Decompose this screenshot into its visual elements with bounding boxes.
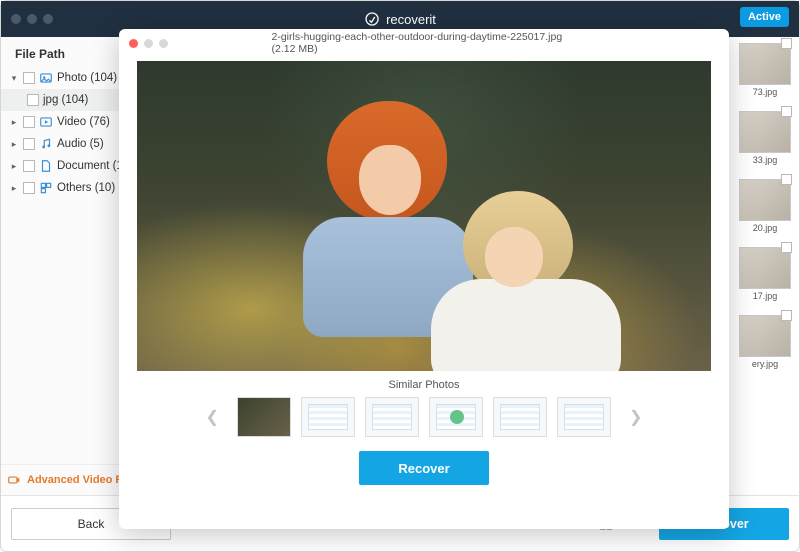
thumbnail-item[interactable]: 20.jpg — [739, 179, 791, 233]
preview-filename: 2-girls-hugging-each-other-outdoor-durin… — [272, 31, 577, 55]
checkbox[interactable] — [23, 160, 35, 172]
tree-label: Audio (5) — [57, 138, 104, 150]
tree-label: Others (10) — [57, 182, 115, 194]
audio-icon — [39, 137, 53, 151]
thumbnail-column: 73.jpg 33.jpg 20.jpg 17.jpg ery.jpg — [739, 43, 791, 369]
checkbox[interactable] — [27, 94, 39, 106]
close-window-icon[interactable] — [11, 14, 21, 24]
caret-down-icon[interactable]: ▾ — [9, 73, 19, 84]
zoom-window-icon[interactable] — [43, 14, 53, 24]
similar-thumb[interactable] — [557, 397, 611, 437]
camera-icon — [7, 473, 21, 487]
thumbnail-label: ery.jpg — [739, 359, 791, 369]
checkbox[interactable] — [781, 174, 792, 185]
similar-thumb[interactable] — [301, 397, 355, 437]
active-badge[interactable]: Active — [740, 7, 789, 27]
close-icon[interactable] — [129, 39, 138, 48]
thumbnail-item[interactable]: 33.jpg — [739, 111, 791, 165]
thumbnail-item[interactable]: ery.jpg — [739, 315, 791, 369]
checkbox[interactable] — [23, 138, 35, 150]
thumbnail-label: 20.jpg — [739, 223, 791, 233]
app-title: recoverit — [386, 12, 436, 27]
app-window: recoverit Active File Path ▾ Photo (104)… — [0, 0, 800, 552]
similar-thumb[interactable] — [237, 397, 291, 437]
similar-thumb[interactable] — [429, 397, 483, 437]
recoverit-logo-icon — [364, 11, 380, 27]
checkbox[interactable] — [781, 38, 792, 49]
similar-thumb[interactable] — [365, 397, 419, 437]
caret-right-icon[interactable]: ▸ — [9, 139, 19, 150]
next-arrow-icon[interactable]: ❯ — [621, 407, 650, 427]
video-icon — [39, 115, 53, 129]
similar-photos-label: Similar Photos — [119, 379, 729, 391]
tree-label: jpg (104) — [43, 94, 88, 106]
tree-label: Photo (104) — [57, 72, 117, 84]
modal-footer: Recover — [119, 451, 729, 485]
caret-right-icon[interactable]: ▸ — [9, 117, 19, 128]
caret-right-icon[interactable]: ▸ — [9, 183, 19, 194]
tree-label: Video (76) — [57, 116, 110, 128]
modal-recover-button[interactable]: Recover — [359, 451, 489, 485]
document-icon — [39, 159, 53, 173]
prev-arrow-icon[interactable]: ❮ — [198, 407, 227, 427]
others-icon — [39, 181, 53, 195]
window-controls — [11, 14, 53, 24]
thumbnail-label: 17.jpg — [739, 291, 791, 301]
thumbnail-label: 33.jpg — [739, 155, 791, 165]
modal-titlebar: 2-girls-hugging-each-other-outdoor-durin… — [119, 29, 729, 57]
checkbox[interactable] — [781, 242, 792, 253]
checkbox[interactable] — [781, 310, 792, 321]
caret-right-icon[interactable]: ▸ — [9, 161, 19, 172]
similar-photos-row: ❮ ❯ — [119, 397, 729, 437]
checkbox[interactable] — [23, 182, 35, 194]
photo-icon — [39, 71, 53, 85]
thumbnail-label: 73.jpg — [739, 87, 791, 97]
preview-image — [137, 61, 711, 371]
app-brand: recoverit — [364, 11, 436, 27]
thumbnail-item[interactable]: 73.jpg — [739, 43, 791, 97]
modal-window-controls — [129, 39, 168, 48]
checkbox[interactable] — [23, 116, 35, 128]
checkbox[interactable] — [781, 106, 792, 117]
preview-modal: 2-girls-hugging-each-other-outdoor-durin… — [119, 29, 729, 529]
minimize-icon[interactable] — [144, 39, 153, 48]
similar-thumb[interactable] — [493, 397, 547, 437]
thumbnail-item[interactable]: 17.jpg — [739, 247, 791, 301]
checkbox[interactable] — [23, 72, 35, 84]
minimize-window-icon[interactable] — [27, 14, 37, 24]
zoom-icon[interactable] — [159, 39, 168, 48]
